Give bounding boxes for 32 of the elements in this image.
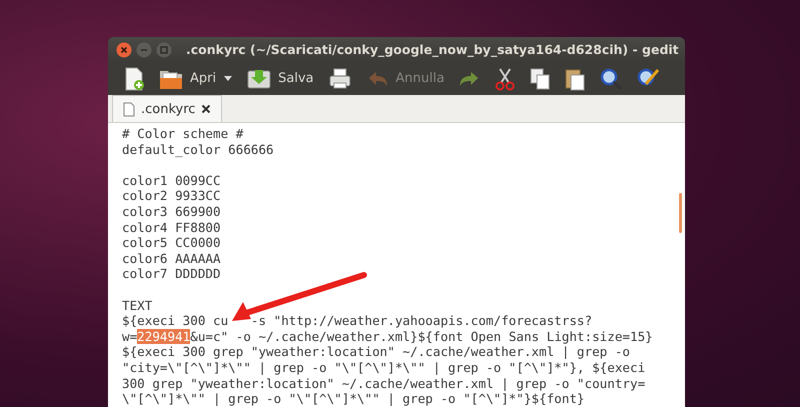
code-line: ${execi 300 cu -s "http://weather.yahooapis.com/forecastrss? [122, 313, 594, 329]
new-document-icon [123, 66, 145, 90]
clipboard-icon [564, 66, 586, 90]
text-editor[interactable] [108, 123, 685, 407]
code-line: color6 AAAAAA [122, 250, 222, 266]
printer-icon [326, 66, 353, 90]
code-line: color5 CC0000 [122, 235, 222, 251]
code-line: color3 669900 [122, 204, 222, 220]
scissors-icon [494, 66, 516, 90]
code-line: \"[^\"]*\"" | grep -o "\"[^\"]*\"" | grep -o "[^\"]*"}${font} [122, 391, 586, 407]
code-line: "city=\"[^\"]*\"" | grep -o "\"[^\"]*\"" | grep -o "[^\"]*"}, ${execi [122, 360, 646, 376]
copy-icon [529, 66, 552, 90]
code-line: w=2294941&u=c" -o ~/.cache/weather.xml}${font Open Sans Light:size=15} [122, 328, 654, 344]
code-line: color1 0099CC [122, 172, 222, 188]
caret-icon [224, 76, 232, 81]
tab-label: .conkyrc [141, 102, 196, 116]
document-icon [123, 102, 135, 116]
code-line: TEXT [122, 298, 154, 314]
search-icon [599, 66, 624, 90]
code-line: color2 9933CC [122, 188, 222, 204]
save-button[interactable]: Salva [241, 64, 319, 94]
scrollbar-thumb[interactable] [679, 193, 682, 233]
code-line: color4 FF8800 [122, 220, 222, 236]
open-button[interactable]: Apri [153, 64, 222, 94]
code-line: 300 grep "yweather:location" ~/.cache/weather.xml | grep -o "country= [122, 376, 646, 392]
window-title: .conkyrc (~/Scaricati/conky_google_now_by_satya164-d628cih) - gedit [186, 42, 679, 57]
close-icon[interactable] [201, 104, 212, 114]
code-line: ${execi 300 grep "yweather:location" ~/.cache/weather.xml | grep -o [122, 344, 631, 360]
document-tab[interactable]: .conkyrc [112, 95, 222, 122]
code-line: # Color scheme # [122, 126, 244, 142]
code-line: color7 DDDDDD [122, 266, 222, 282]
code-line: default_color 666666 [122, 142, 275, 158]
